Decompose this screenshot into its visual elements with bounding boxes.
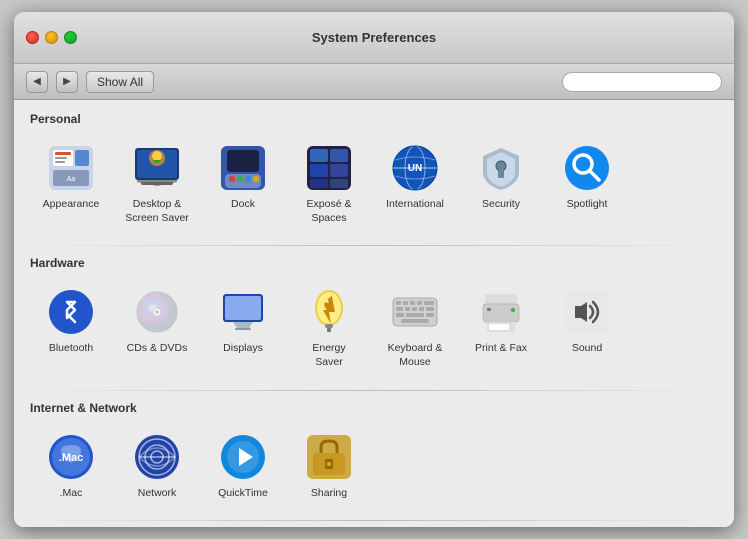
section-hardware: Hardware Bluetooth: [30, 256, 718, 375]
hardware-items: Bluetooth: [30, 280, 718, 375]
quicktime-label: QuickTime: [218, 487, 268, 501]
security-icon: [475, 142, 527, 194]
show-all-button[interactable]: Show All: [86, 71, 154, 93]
pref-keyboard[interactable]: Keyboard &Mouse: [374, 280, 456, 375]
close-button[interactable]: [26, 31, 39, 44]
cds-label: CDs & DVDs: [127, 342, 188, 356]
international-icon: UN: [389, 142, 441, 194]
appearance-icon: Aa: [45, 142, 97, 194]
forward-button[interactable]: ▶: [56, 71, 78, 93]
divider-hardware: [30, 245, 718, 246]
pref-appearance[interactable]: Aa Appearance: [30, 136, 112, 231]
pref-quicktime[interactable]: QuickTime: [202, 425, 284, 507]
pref-mac[interactable]: .Mac .Mac: [30, 425, 112, 507]
pref-bluetooth[interactable]: Bluetooth: [30, 280, 112, 375]
section-title-hardware: Hardware: [30, 256, 718, 270]
mac-label: .Mac: [60, 487, 83, 501]
section-internet: Internet & Network .Mac .Mac: [30, 401, 718, 507]
quicktime-icon: [217, 431, 269, 483]
pref-sharing[interactable]: Sharing: [288, 425, 370, 507]
sharing-icon: [303, 431, 355, 483]
section-title-internet: Internet & Network: [30, 401, 718, 415]
expose-icon: [303, 142, 355, 194]
keyboard-label: Keyboard &Mouse: [388, 342, 443, 369]
svg-text:Aa: Aa: [67, 176, 76, 183]
window-title: System Preferences: [312, 30, 436, 45]
keyboard-icon: [389, 286, 441, 338]
pref-international[interactable]: UN International: [374, 136, 456, 231]
pref-displays[interactable]: Displays: [202, 280, 284, 375]
bluetooth-label: Bluetooth: [49, 342, 93, 356]
system-preferences-window: System Preferences ◀ ▶ Show All 🔍 Person…: [14, 12, 734, 527]
search-wrapper: 🔍: [562, 72, 722, 92]
displays-label: Displays: [223, 342, 263, 356]
personal-items: Aa Appearance: [30, 136, 718, 231]
divider-system: [30, 520, 718, 521]
bluetooth-icon: [45, 286, 97, 338]
dock-icon: [217, 142, 269, 194]
pref-desktop[interactable]: Desktop &Screen Saver: [116, 136, 198, 231]
search-input[interactable]: [562, 72, 722, 92]
pref-cds[interactable]: CDs & DVDs: [116, 280, 198, 375]
network-label: Network: [138, 487, 177, 501]
section-personal: Personal Aa: [30, 112, 718, 231]
pref-expose[interactable]: Exposé &Spaces: [288, 136, 370, 231]
energy-label: EnergySaver: [312, 342, 345, 369]
cds-icon: [131, 286, 183, 338]
international-label: International: [386, 198, 444, 212]
pref-sound[interactable]: Sound: [546, 280, 628, 375]
energy-icon: [303, 286, 355, 338]
mac-icon: .Mac: [45, 431, 97, 483]
dock-label: Dock: [231, 198, 255, 212]
spotlight-icon: [561, 142, 613, 194]
sound-icon: [561, 286, 613, 338]
sound-label: Sound: [572, 342, 602, 356]
minimize-button[interactable]: [45, 31, 58, 44]
sharing-label: Sharing: [311, 487, 347, 501]
desktop-icon: [131, 142, 183, 194]
titlebar: System Preferences: [14, 12, 734, 64]
print-label: Print & Fax: [475, 342, 527, 356]
svg-text:UN: UN: [408, 163, 422, 174]
spotlight-label: Spotlight: [567, 198, 608, 212]
back-button[interactable]: ◀: [26, 71, 48, 93]
divider-internet: [30, 390, 718, 391]
svg-text:.Mac: .Mac: [59, 452, 83, 464]
maximize-button[interactable]: [64, 31, 77, 44]
pref-dock[interactable]: Dock: [202, 136, 284, 231]
pref-print[interactable]: Print & Fax: [460, 280, 542, 375]
content-area: Personal Aa: [14, 100, 734, 527]
pref-spotlight[interactable]: Spotlight: [546, 136, 628, 231]
pref-security[interactable]: Security: [460, 136, 542, 231]
expose-label: Exposé &Spaces: [307, 198, 352, 225]
displays-icon: [217, 286, 269, 338]
toolbar: ◀ ▶ Show All 🔍: [14, 64, 734, 100]
appearance-label: Appearance: [43, 198, 100, 212]
security-label: Security: [482, 198, 520, 212]
traffic-lights: [26, 31, 77, 44]
pref-network[interactable]: Network: [116, 425, 198, 507]
internet-items: .Mac .Mac: [30, 425, 718, 507]
pref-energy[interactable]: EnergySaver: [288, 280, 370, 375]
desktop-label: Desktop &Screen Saver: [125, 198, 189, 225]
section-title-personal: Personal: [30, 112, 718, 126]
print-icon: [475, 286, 527, 338]
network-icon: [131, 431, 183, 483]
